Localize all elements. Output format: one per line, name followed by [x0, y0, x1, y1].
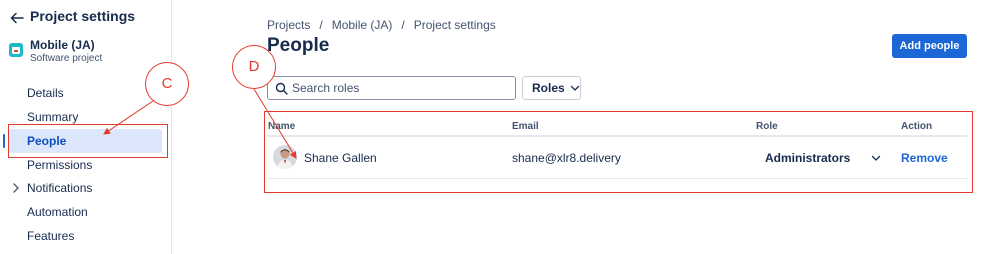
project-avatar-icon [9, 43, 23, 57]
sidebar-item-permissions[interactable]: Permissions [27, 156, 92, 174]
chevron-right-icon[interactable] [12, 183, 20, 193]
roles-filter-button[interactable]: Roles [522, 76, 581, 100]
sidebar-item-notifications[interactable]: Notifications [27, 179, 92, 197]
search-field[interactable] [267, 76, 516, 100]
breadcrumb: Projects / Mobile (JA) / Project setting… [267, 18, 496, 32]
search-icon [275, 82, 288, 95]
add-people-button[interactable]: Add people [892, 34, 967, 58]
breadcrumb-project-settings[interactable]: Project settings [414, 18, 496, 32]
annotation-box-people-nav [8, 124, 168, 158]
breadcrumb-separator: / [319, 18, 323, 32]
breadcrumb-separator: / [401, 18, 405, 32]
annotation-marker-c: C [145, 62, 189, 106]
sidebar-item-features[interactable]: Features [27, 227, 74, 245]
search-input[interactable] [292, 79, 512, 97]
sidebar-active-indicator [3, 134, 5, 148]
annotation-marker-d: D [232, 45, 276, 89]
page-title: People [267, 35, 330, 56]
project-name: Mobile (JA) [30, 38, 95, 52]
sidebar-title: Project settings [30, 8, 136, 24]
annotation-box-people-table [264, 111, 973, 193]
breadcrumb-projects[interactable]: Projects [267, 18, 310, 32]
roles-filter-label: Roles [532, 81, 565, 95]
chevron-down-icon [570, 85, 579, 91]
sidebar-item-details[interactable]: Details [27, 84, 64, 102]
sidebar-item-automation[interactable]: Automation [27, 203, 88, 221]
back-arrow-icon[interactable] [9, 10, 25, 26]
project-type: Software project [30, 53, 103, 64]
breadcrumb-project[interactable]: Mobile (JA) [332, 18, 393, 32]
